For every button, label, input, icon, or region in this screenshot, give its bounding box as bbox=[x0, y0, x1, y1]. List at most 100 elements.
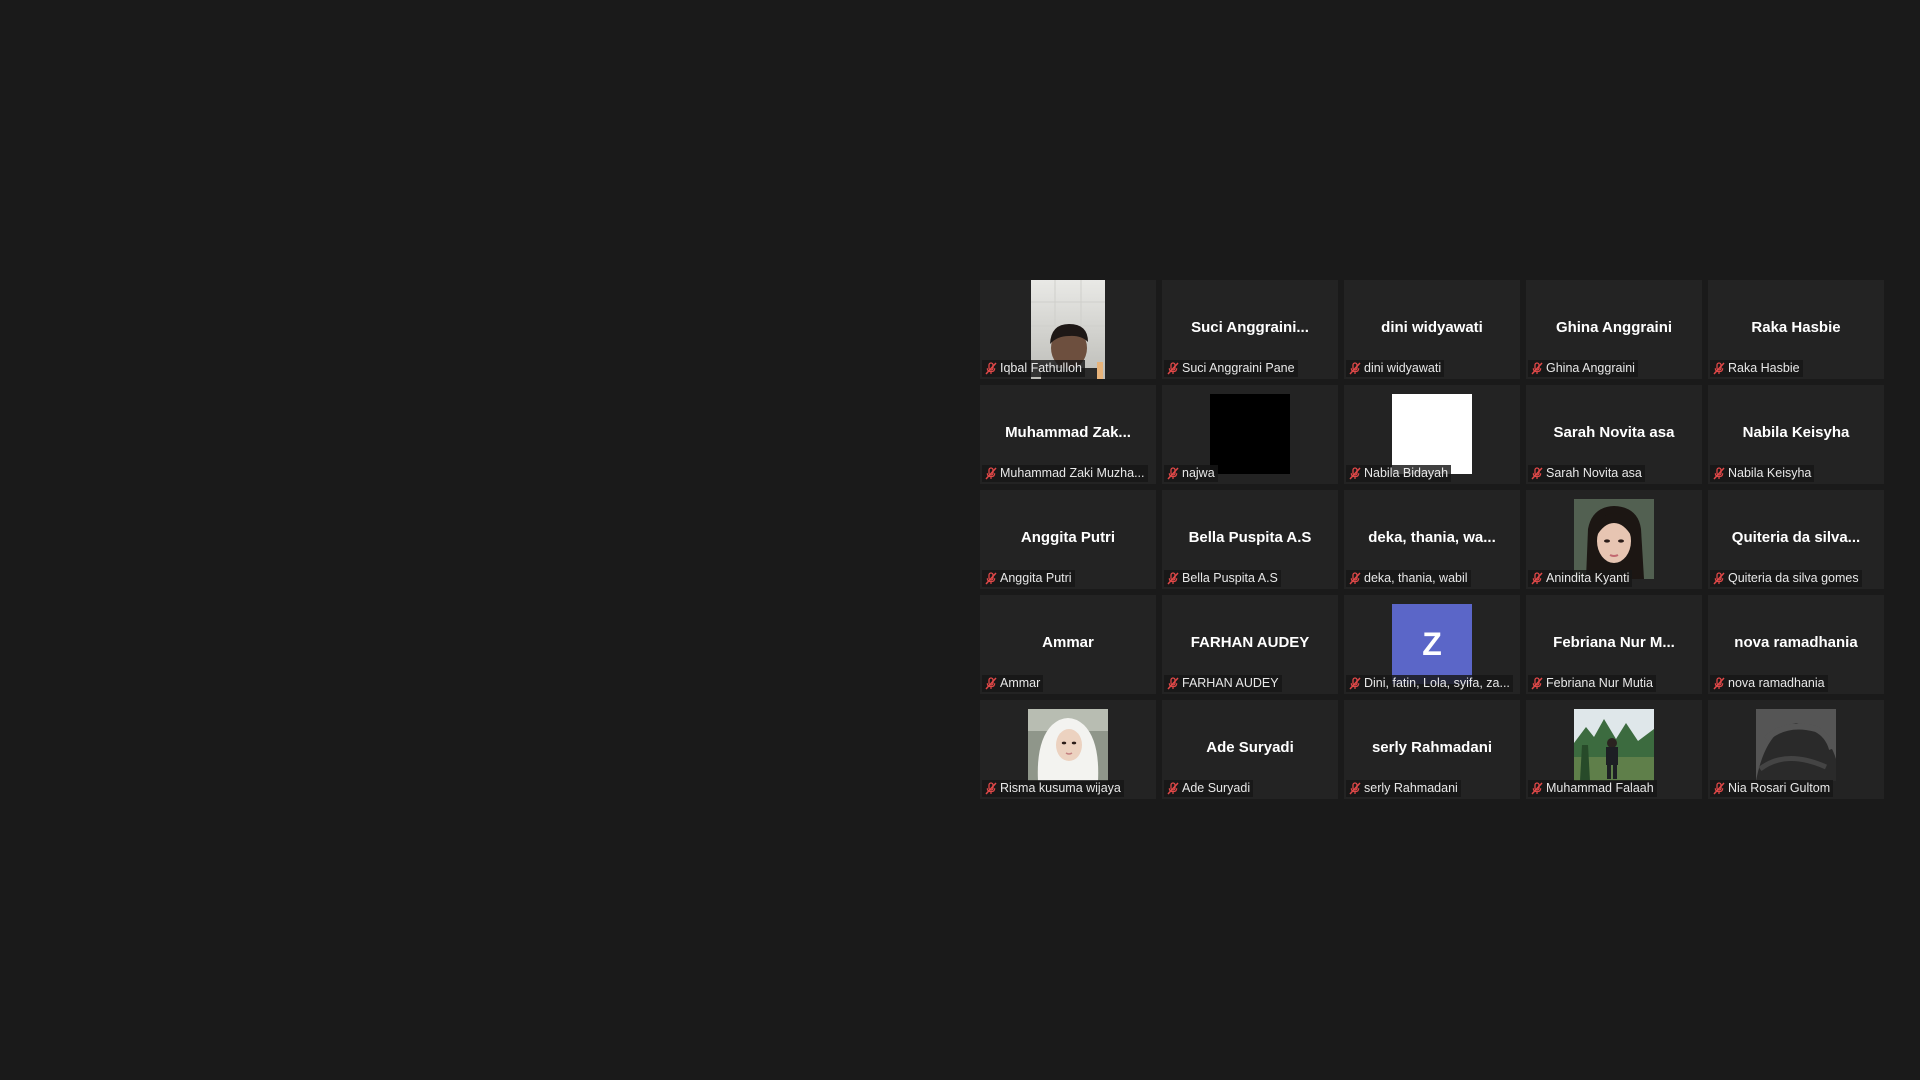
participant-name-tag: dini widyawati bbox=[1346, 360, 1445, 377]
participant-name: Suci Anggraini Pane bbox=[1182, 361, 1295, 375]
mic-muted-icon bbox=[1713, 677, 1725, 690]
participant-tile[interactable]: Risma kusuma wijaya bbox=[980, 700, 1156, 799]
mic-muted-icon bbox=[1713, 572, 1725, 585]
participant-name-tag: Nabila Keisyha bbox=[1710, 465, 1815, 482]
participant-name-tag: Ade Suryadi bbox=[1164, 780, 1254, 797]
participant-tile[interactable]: Nabila Bidayah bbox=[1344, 385, 1520, 484]
participant-name: najwa bbox=[1182, 466, 1215, 480]
participant-display-name: Febriana Nur M... bbox=[1553, 634, 1675, 651]
participant-name: nova ramadhania bbox=[1728, 676, 1825, 690]
participant-name: Iqbal Fathulloh bbox=[1000, 361, 1083, 375]
participant-tile[interactable]: Quiteria da silva... Quiteria da silva go… bbox=[1708, 490, 1884, 589]
participant-tile[interactable]: nova ramadhania nova ramadhania bbox=[1708, 595, 1884, 694]
participant-name-tag: FARHAN AUDEY bbox=[1164, 675, 1282, 692]
participant-display-name: Nabila Keisyha bbox=[1742, 424, 1850, 441]
mic-muted-icon bbox=[985, 467, 997, 480]
participant-name: Febriana Nur Mutia bbox=[1546, 676, 1653, 690]
participant-tile[interactable]: Anindita Kyanti bbox=[1526, 490, 1702, 589]
participant-display-name: Anggita Putri bbox=[1020, 529, 1116, 546]
mic-muted-icon bbox=[1713, 362, 1725, 375]
participant-avatar bbox=[1028, 709, 1108, 789]
participant-tile[interactable]: Ade Suryadi Ade Suryadi bbox=[1162, 700, 1338, 799]
participant-tile[interactable]: Nabila Keisyha Nabila Keisyha bbox=[1708, 385, 1884, 484]
participant-display-name: Muhammad Zak... bbox=[1005, 424, 1131, 441]
participant-name-tag: Febriana Nur Mutia bbox=[1528, 675, 1656, 692]
participant-tile[interactable]: Anggita Putri Anggita Putri bbox=[980, 490, 1156, 589]
participant-tile[interactable]: Iqbal Fathulloh bbox=[980, 280, 1156, 379]
participant-tile[interactable]: Z Dini, fatin, Lola, syifa, za... bbox=[1344, 595, 1520, 694]
participant-avatar bbox=[1210, 394, 1290, 474]
participant-tile[interactable]: Raka Hasbie Raka Hasbie bbox=[1708, 280, 1884, 379]
participant-tile[interactable]: deka, thania, wa... deka, thania, wabil bbox=[1344, 490, 1520, 589]
mic-muted-icon bbox=[1531, 782, 1543, 795]
participant-name: Nabila Bidayah bbox=[1364, 466, 1449, 480]
participant-tile[interactable]: Nia Rosari Gultom bbox=[1708, 700, 1884, 799]
participant-gallery: Iqbal Fathulloh Suci Anggraini... Suci Ang… bbox=[980, 280, 1884, 799]
mic-muted-icon bbox=[1349, 467, 1361, 480]
participant-display-name: Bella Puspita A.S bbox=[1188, 529, 1312, 546]
participant-name-tag: Muhammad Zaki Muzha... bbox=[982, 465, 1148, 482]
participant-avatar bbox=[1574, 499, 1654, 579]
participant-name-tag: Dini, fatin, Lola, syifa, za... bbox=[1346, 675, 1513, 692]
participant-name: Ghina Anggraini bbox=[1546, 361, 1635, 375]
participant-tile[interactable]: Muhammad Zak... Muhammad Zaki Muzha... bbox=[980, 385, 1156, 484]
participant-tile[interactable]: dini widyawati dini widyawati bbox=[1344, 280, 1520, 379]
participant-display-name: serly Rahmadani bbox=[1371, 739, 1493, 756]
participant-name-tag: Quiteria da silva gomes bbox=[1710, 570, 1862, 587]
participant-avatar bbox=[1574, 709, 1654, 789]
participant-tile[interactable]: Ghina Anggraini Ghina Anggraini bbox=[1526, 280, 1702, 379]
mic-muted-icon bbox=[1167, 677, 1179, 690]
participant-name-tag: deka, thania, wabil bbox=[1346, 570, 1471, 587]
participant-name-tag: Raka Hasbie bbox=[1710, 360, 1803, 377]
participant-display-name: nova ramadhania bbox=[1734, 634, 1858, 651]
mic-muted-icon bbox=[1167, 572, 1179, 585]
participant-tile[interactable]: Bella Puspita A.S Bella Puspita A.S bbox=[1162, 490, 1338, 589]
participant-tile[interactable]: najwa bbox=[1162, 385, 1338, 484]
participant-display-name: Ade Suryadi bbox=[1206, 739, 1294, 756]
participant-tile[interactable]: Suci Anggraini... Suci Anggraini Pane bbox=[1162, 280, 1338, 379]
participant-name-tag: Muhammad Falaah bbox=[1528, 780, 1657, 797]
participant-name: FARHAN AUDEY bbox=[1182, 676, 1279, 690]
participant-name-tag: Anggita Putri bbox=[982, 570, 1075, 587]
participant-tile[interactable]: serly Rahmadani serly Rahmadani bbox=[1344, 700, 1520, 799]
participant-tile[interactable]: Febriana Nur M... Febriana Nur Mutia bbox=[1526, 595, 1702, 694]
participant-name: Nia Rosari Gultom bbox=[1728, 781, 1831, 795]
participant-tile[interactable]: Muhammad Falaah bbox=[1526, 700, 1702, 799]
participant-display-name: Ammar bbox=[1042, 634, 1094, 651]
participant-name: dini widyawati bbox=[1364, 361, 1442, 375]
mic-muted-icon bbox=[1349, 677, 1361, 690]
participant-name-tag: Ghina Anggraini bbox=[1528, 360, 1638, 377]
participant-name-tag: Anindita Kyanti bbox=[1528, 570, 1633, 587]
participant-display-name: FARHAN AUDEY bbox=[1190, 634, 1310, 651]
participant-name: Dini, fatin, Lola, syifa, za... bbox=[1364, 676, 1510, 690]
mic-muted-icon bbox=[1349, 362, 1361, 375]
participant-name: Risma kusuma wijaya bbox=[1000, 781, 1121, 795]
participant-name-tag: Nia Rosari Gultom bbox=[1710, 780, 1834, 797]
mic-muted-icon bbox=[1531, 362, 1543, 375]
mic-muted-icon bbox=[1531, 467, 1543, 480]
participant-name: Ammar bbox=[1000, 676, 1041, 690]
mic-muted-icon bbox=[1167, 362, 1179, 375]
participant-name: serly Rahmadani bbox=[1364, 781, 1458, 795]
participant-tile[interactable]: Sarah Novita asa Sarah Novita asa bbox=[1526, 385, 1702, 484]
participant-name: Sarah Novita asa bbox=[1546, 466, 1642, 480]
participant-name: Ade Suryadi bbox=[1182, 781, 1251, 795]
mic-muted-icon bbox=[1531, 677, 1543, 690]
participant-display-name: Suci Anggraini... bbox=[1191, 319, 1309, 336]
participant-name: Bella Puspita A.S bbox=[1182, 571, 1278, 585]
participant-name-tag: Iqbal Fathulloh bbox=[982, 360, 1086, 377]
participant-display-name: Sarah Novita asa bbox=[1553, 424, 1675, 441]
participant-display-name: Raka Hasbie bbox=[1751, 319, 1841, 336]
participant-name: Muhammad Falaah bbox=[1546, 781, 1654, 795]
participant-name: Muhammad Zaki Muzha... bbox=[1000, 466, 1145, 480]
mic-muted-icon bbox=[1167, 467, 1179, 480]
participant-display-name: Quiteria da silva... bbox=[1731, 529, 1861, 546]
mic-muted-icon bbox=[1167, 782, 1179, 795]
avatar-initial: Z bbox=[1392, 604, 1472, 684]
participant-tile[interactable]: FARHAN AUDEY FARHAN AUDEY bbox=[1162, 595, 1338, 694]
participant-name-tag: Bella Puspita A.S bbox=[1164, 570, 1281, 587]
participant-tile[interactable]: Ammar Ammar bbox=[980, 595, 1156, 694]
participant-name-tag: Suci Anggraini Pane bbox=[1164, 360, 1298, 377]
participant-name-tag: Nabila Bidayah bbox=[1346, 465, 1452, 482]
participant-display-name: dini widyawati bbox=[1381, 319, 1483, 336]
